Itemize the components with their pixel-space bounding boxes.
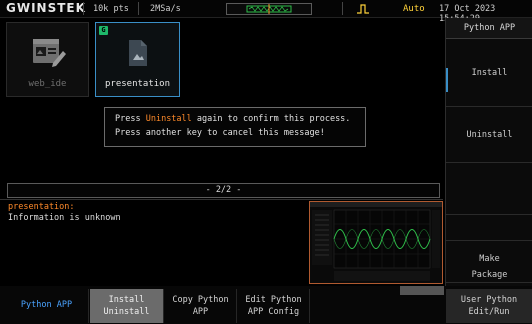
- waveform-overview: [226, 3, 312, 15]
- waveform-overview-icon: [246, 4, 292, 14]
- side-menu-blank-2[interactable]: [446, 215, 532, 241]
- app-label: web_ide: [28, 79, 67, 89]
- side-menu-blank-1[interactable]: [446, 163, 532, 215]
- make-package-button[interactable]: Make Package: [446, 241, 532, 283]
- side-menu: Python APP Install Uninstall Make Packag…: [445, 18, 532, 324]
- softkey-tab-marker: [400, 286, 444, 295]
- preview-screenshot-icon: [310, 202, 442, 281]
- make-package-label-2: Package: [471, 270, 508, 280]
- softkey-label: User Python: [460, 295, 518, 305]
- status-bar: GWINSTEK 10k pts 2MSa/s Auto 17 Oct 2023…: [0, 0, 532, 24]
- app-tile-presentation[interactable]: G presentation: [95, 22, 180, 97]
- softkey-label: APP: [192, 307, 209, 317]
- app-tile-web-ide[interactable]: web_ide: [6, 22, 89, 97]
- softkey-label: Copy Python: [172, 295, 229, 305]
- app-badge: G: [99, 26, 108, 35]
- divider: [83, 2, 84, 15]
- app-preview-thumbnail: [309, 201, 443, 284]
- softkey-bar: Python APP Install Uninstall Copy Python…: [0, 286, 532, 324]
- trigger-mode: Auto: [403, 4, 425, 14]
- make-package-label-1: Make: [479, 254, 500, 264]
- confirm-dialog: Press Uninstall again to confirm this pr…: [104, 107, 366, 147]
- softkey-copy-python-app[interactable]: Copy Python APP: [165, 289, 237, 323]
- dialog-highlight: Uninstall: [145, 114, 192, 124]
- softkey-label: Edit Python: [245, 295, 302, 305]
- softkey-label: Install: [108, 295, 145, 305]
- record-length: 10k pts: [93, 4, 129, 14]
- softkey-python-app[interactable]: Python APP: [5, 289, 89, 323]
- dialog-text: again to confirm this process.: [191, 114, 351, 124]
- softkey-label: Edit/Run: [468, 307, 510, 317]
- softkey-install-uninstall[interactable]: Install Uninstall: [90, 289, 164, 323]
- web-ide-icon: [33, 39, 66, 67]
- dialog-line-2: Press another key to cancel this message…: [115, 128, 325, 138]
- sample-rate: 2MSa/s: [150, 4, 181, 14]
- info-title: presentation:: [8, 202, 75, 212]
- divider: [342, 2, 343, 15]
- softkey-user-python[interactable]: User Python Edit/Run: [446, 289, 532, 323]
- side-menu-title: Python APP: [446, 18, 532, 39]
- dialog-text: Press: [115, 114, 146, 124]
- app-label: presentation: [104, 79, 171, 89]
- softkey-label: APP Config: [247, 307, 300, 317]
- softkey-label: Uninstall: [103, 307, 150, 317]
- document-image-icon: [129, 40, 147, 66]
- divider: [138, 2, 139, 15]
- info-text: Information is unknown: [8, 213, 121, 223]
- install-button[interactable]: Install: [446, 39, 532, 107]
- trigger-edge-icon: [357, 4, 369, 14]
- dialog-line-1: Press Uninstall again to confirm this pr…: [115, 114, 350, 124]
- page-indicator: - 2/2 -: [7, 183, 440, 198]
- uninstall-button[interactable]: Uninstall: [446, 107, 532, 163]
- softkey-edit-app-config[interactable]: Edit Python APP Config: [238, 289, 310, 323]
- brand-logo: GWINSTEK: [6, 1, 86, 15]
